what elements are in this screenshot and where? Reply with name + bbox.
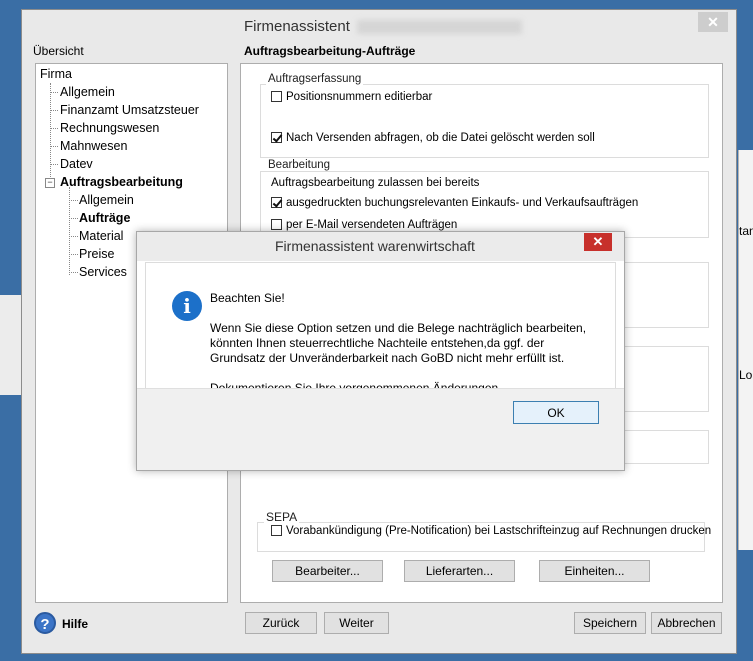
checkbox-label: per E-Mail versendeten Aufträgen	[286, 219, 458, 231]
tree-connector	[69, 236, 78, 237]
tree-item-auftraege[interactable]: Aufträge	[79, 211, 130, 225]
dialog-message-line: Wenn Sie diese Option setzen und die Bel…	[210, 321, 587, 335]
next-button[interactable]: Weiter	[324, 612, 389, 634]
checkbox-label: Positionsnummern editierbar	[286, 91, 433, 103]
tree-connector	[69, 272, 78, 273]
tree-item-mahnwesen[interactable]: Mahnwesen	[60, 139, 127, 153]
blurred-company-name	[357, 20, 522, 34]
dialog-title: Firmenassistent warenwirtschaft	[275, 238, 475, 254]
tree-connector	[50, 92, 58, 93]
dialog-footer: OK	[137, 388, 624, 470]
einheiten-button[interactable]: Einheiten...	[539, 560, 650, 582]
warning-dialog: Firmenassistent warenwirtschaft ✕ i Beac…	[136, 231, 625, 471]
help-label[interactable]: Hilfe	[62, 617, 88, 631]
window-titlebar: Firmenassistent ✕	[22, 10, 736, 42]
collapse-icon[interactable]: −	[45, 178, 55, 188]
save-button[interactable]: Speichern	[574, 612, 646, 634]
page-title: Auftragsbearbeitung-Aufträge	[244, 44, 416, 58]
dialog-titlebar: Firmenassistent warenwirtschaft ✕	[137, 232, 624, 261]
positionsnummern-option[interactable]: Positionsnummern editierbar	[271, 91, 432, 103]
sepa-option[interactable]: Vorabankündigung (Pre-Notification) bei …	[271, 525, 711, 537]
email-option[interactable]: per E-Mail versendeten Aufträgen	[271, 219, 457, 231]
dialog-message-line: könnten Ihnen steuerrechtliche Nachteile…	[210, 336, 545, 350]
tree-item-rechnungswesen[interactable]: Rechnungswesen	[60, 121, 159, 135]
email-checkbox[interactable]	[271, 219, 282, 230]
group-title: Auftragserfassung	[266, 73, 364, 85]
tree-item-allgemein[interactable]: Allgemein	[60, 85, 115, 99]
overview-label: Übersicht	[33, 44, 84, 58]
sepa-checkbox[interactable]	[271, 525, 282, 536]
tree-item-firma[interactable]: Firma	[40, 67, 72, 81]
group-title: Bearbeitung	[266, 159, 333, 171]
tree-connector	[50, 83, 51, 187]
tree-item-auftrag-allgemein[interactable]: Allgemein	[79, 193, 134, 207]
dialog-close-button[interactable]: ✕	[584, 233, 612, 251]
checkbox-label: ausgedruckten buchungsrelevanten Einkauf…	[286, 197, 639, 209]
background-text: Lo	[739, 368, 753, 382]
tree-item-finanzamt[interactable]: Finanzamt Umsatzsteuer	[60, 103, 199, 117]
tree-connector	[69, 200, 78, 201]
info-icon: i	[172, 291, 202, 321]
background-text: tan	[739, 224, 753, 238]
versenden-checkbox[interactable]	[271, 132, 282, 143]
group-title: SEPA	[264, 510, 300, 524]
ausgedruckt-option[interactable]: ausgedruckten buchungsrelevanten Einkauf…	[271, 197, 638, 209]
tree-item-material[interactable]: Material	[79, 229, 123, 243]
ausgedruckt-checkbox[interactable]	[271, 197, 282, 208]
back-button[interactable]: Zurück	[245, 612, 317, 634]
checkbox-label: Vorabankündigung (Pre-Notification) bei …	[286, 525, 712, 537]
dialog-heading: Beachten Sie!	[210, 291, 285, 305]
background-window-right	[738, 150, 753, 550]
tree-connector	[50, 110, 58, 111]
positionsnummern-checkbox[interactable]	[271, 91, 282, 102]
tree-connector	[50, 128, 58, 129]
window-close-button[interactable]: ✕	[698, 12, 728, 32]
checkbox-label: Nach Versenden abfragen, ob die Datei ge…	[286, 132, 595, 144]
tree-item-datev[interactable]: Datev	[60, 157, 93, 171]
lieferarten-button[interactable]: Lieferarten...	[404, 560, 515, 582]
tree-connector	[69, 254, 78, 255]
tree-item-preise[interactable]: Preise	[79, 247, 114, 261]
bearbeiter-button[interactable]: Bearbeiter...	[272, 560, 383, 582]
tree-connector	[50, 164, 58, 165]
dialog-message-line: Grundsatz der Unveränderbarkeit nach GoB…	[210, 351, 565, 365]
tree-connector	[50, 146, 58, 147]
cancel-button[interactable]: Abbrechen	[651, 612, 722, 634]
versenden-option[interactable]: Nach Versenden abfragen, ob die Datei ge…	[271, 132, 595, 144]
bearbeitung-info: Auftragsbearbeitung zulassen bei bereits	[271, 177, 480, 189]
tree-item-services[interactable]: Services	[79, 265, 127, 279]
tree-connector	[69, 218, 78, 219]
window-title: Firmenassistent	[244, 18, 350, 35]
tree-item-auftragsbearbeitung[interactable]: Auftragsbearbeitung	[60, 175, 183, 189]
help-icon[interactable]: ?	[34, 612, 56, 634]
ok-button[interactable]: OK	[513, 401, 599, 424]
